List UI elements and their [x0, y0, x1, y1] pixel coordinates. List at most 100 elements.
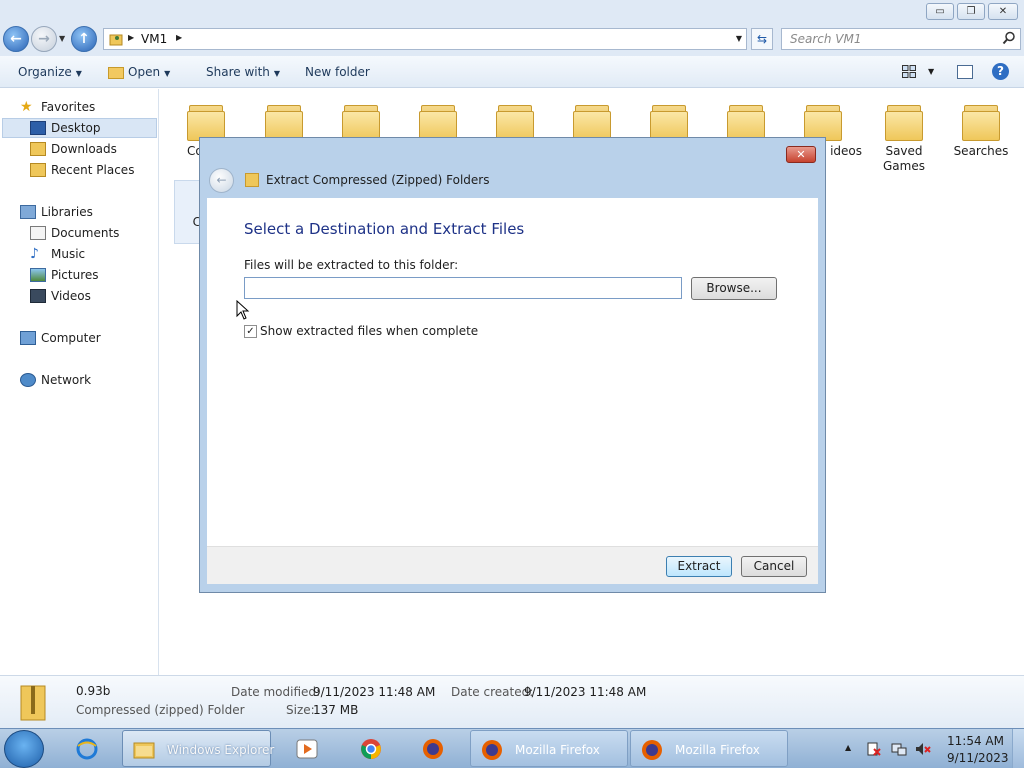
folder-searches[interactable]: Searches	[951, 97, 1011, 159]
taskbar-firefox-window-2[interactable]: Mozilla Firefox	[630, 730, 788, 767]
search-icon[interactable]	[1002, 31, 1016, 45]
folder-pictures[interactable]	[716, 97, 776, 141]
show-hidden-icons-icon[interactable]: ▲	[845, 743, 851, 752]
taskbar-ie-button[interactable]	[66, 730, 114, 767]
help-icon[interactable]: ?	[992, 63, 1009, 80]
new-folder-button[interactable]: New folder	[305, 65, 370, 79]
start-button[interactable]	[4, 730, 44, 768]
sidebar-item-recent-places[interactable]: Recent Places	[30, 160, 134, 180]
destination-path-input[interactable]	[244, 277, 682, 299]
breadcrumb-separator-icon[interactable]: ▶	[176, 33, 182, 42]
date-modified-value: 9/11/2023 11:48 AM	[313, 685, 436, 699]
media-player-icon	[296, 739, 318, 759]
recent-pages-dropdown-icon[interactable]: ▼	[59, 34, 65, 43]
refresh-button[interactable]: ⇆	[751, 28, 773, 50]
show-desktop-button[interactable]	[1012, 729, 1024, 768]
saved-games-folder-icon	[885, 97, 923, 141]
videos-icon	[30, 289, 46, 303]
chevron-down-icon: ▼	[273, 69, 281, 78]
close-button[interactable]: ✕	[988, 3, 1018, 20]
folder-label-line: Saved	[885, 144, 923, 158]
sidebar-label: Desktop	[51, 121, 101, 135]
folder-downloads[interactable]	[331, 97, 391, 141]
breadcrumb-separator-icon[interactable]: ▶	[128, 33, 134, 42]
firefox-icon	[423, 739, 443, 759]
search-input[interactable]: Search VM1	[781, 28, 1021, 50]
size-label: Size:	[286, 703, 315, 717]
destination-label: Files will be extracted to this folder:	[244, 258, 459, 272]
breadcrumb-current[interactable]: VM1	[141, 32, 167, 46]
address-bar[interactable]: ▶ VM1 ▶ ▼	[103, 28, 747, 50]
sidebar-item-network[interactable]: Network	[20, 370, 91, 390]
folder-desktop[interactable]	[254, 97, 314, 141]
volume-muted-icon[interactable]	[915, 741, 931, 757]
show-files-checkbox[interactable]: ✓	[244, 325, 257, 338]
browse-button[interactable]: Browse...	[691, 277, 777, 300]
organize-button[interactable]: Organize ▼	[18, 65, 82, 79]
sidebar-item-videos[interactable]: Videos	[30, 286, 91, 306]
folder-links[interactable]	[485, 97, 545, 141]
folder-favorites[interactable]	[408, 97, 468, 141]
forward-button[interactable]: →	[31, 26, 57, 52]
dialog-back-button[interactable]: ←	[209, 168, 234, 193]
sidebar-item-downloads[interactable]: Downloads	[30, 139, 117, 159]
extract-button[interactable]: Extract	[666, 556, 732, 577]
open-button[interactable]: Open ▼	[108, 65, 170, 79]
taskbar-explorer-button[interactable]: Windows Explorer	[122, 730, 275, 767]
sidebar-label: Network	[41, 373, 92, 387]
preview-pane-icon[interactable]	[957, 65, 973, 79]
cancel-button[interactable]: Cancel	[741, 556, 807, 577]
share-with-button[interactable]: Share with ▼	[206, 65, 280, 79]
taskbar-label: Windows Explorer	[167, 743, 275, 757]
sidebar-item-music[interactable]: ♪ Music	[30, 244, 85, 264]
taskbar-media-player-button[interactable]	[286, 730, 334, 767]
taskbar-chrome-button[interactable]	[350, 730, 398, 767]
music-folder-icon	[650, 97, 688, 141]
pictures-folder-icon	[727, 97, 765, 141]
taskbar: Windows Explorer Mozilla Firefox Mozilla…	[0, 728, 1024, 768]
contacts-folder-icon	[187, 97, 225, 141]
window-titlebar: ▭ ❐ ✕	[0, 0, 1024, 26]
date-modified-label: Date modified:	[231, 685, 321, 699]
sidebar-item-computer[interactable]: Computer	[20, 328, 101, 348]
clock-time[interactable]: 11:54 AM	[947, 734, 1004, 748]
show-files-label[interactable]: Show extracted files when complete	[260, 324, 478, 338]
computer-icon	[20, 331, 36, 345]
change-view-icon[interactable]	[902, 65, 916, 78]
navigation-pane: ★ Favorites Desktop Downloads Recent Pla…	[0, 89, 159, 675]
folder-music[interactable]	[639, 97, 699, 141]
command-bar: Organize ▼ Open ▼ Share with ▼ New folder ▼…	[0, 56, 1024, 88]
dialog-title: Extract Compressed (Zipped) Folders	[266, 173, 490, 187]
zip-folder-icon	[245, 173, 259, 187]
file-name: 0.93b	[76, 684, 111, 698]
music-icon: ♪	[30, 246, 39, 262]
view-options-dropdown-icon[interactable]: ▼	[928, 67, 934, 76]
sidebar-label: Music	[51, 247, 86, 261]
back-button[interactable]: ←	[3, 26, 29, 52]
folder-documents[interactable]	[562, 97, 622, 141]
sidebar-item-favorites[interactable]: ★ Favorites	[20, 97, 95, 117]
downloads-folder-icon	[342, 97, 380, 141]
maximize-button[interactable]: ❐	[957, 3, 985, 20]
search-placeholder: Search VM1	[790, 32, 862, 46]
action-center-icon[interactable]	[866, 741, 882, 757]
sidebar-item-desktop[interactable]: Desktop	[2, 118, 157, 138]
sidebar-label: Videos	[51, 289, 91, 303]
sidebar-label: Documents	[51, 226, 120, 240]
address-dropdown-icon[interactable]: ▼	[736, 34, 742, 43]
taskbar-firefox-window-1[interactable]: Mozilla Firefox	[470, 730, 628, 767]
up-button[interactable]: ↑	[71, 26, 97, 52]
taskbar-firefox-launcher[interactable]	[412, 730, 460, 767]
pictures-icon	[30, 268, 46, 282]
network-status-icon[interactable]	[891, 741, 907, 757]
dialog-footer: Extract Cancel	[207, 546, 818, 584]
sidebar-item-documents[interactable]: Documents	[30, 223, 119, 243]
sidebar-item-pictures[interactable]: Pictures	[30, 265, 99, 285]
folder-saved-games[interactable]: Saved Games	[874, 97, 934, 174]
share-label: Share with	[206, 65, 270, 79]
minimize-button[interactable]: ▭	[926, 3, 954, 20]
dialog-close-button[interactable]: ✕	[786, 146, 816, 163]
favorites-folder-icon	[419, 97, 457, 141]
sidebar-item-libraries[interactable]: Libraries	[20, 202, 93, 222]
clock-date[interactable]: 9/11/2023	[947, 751, 1009, 765]
